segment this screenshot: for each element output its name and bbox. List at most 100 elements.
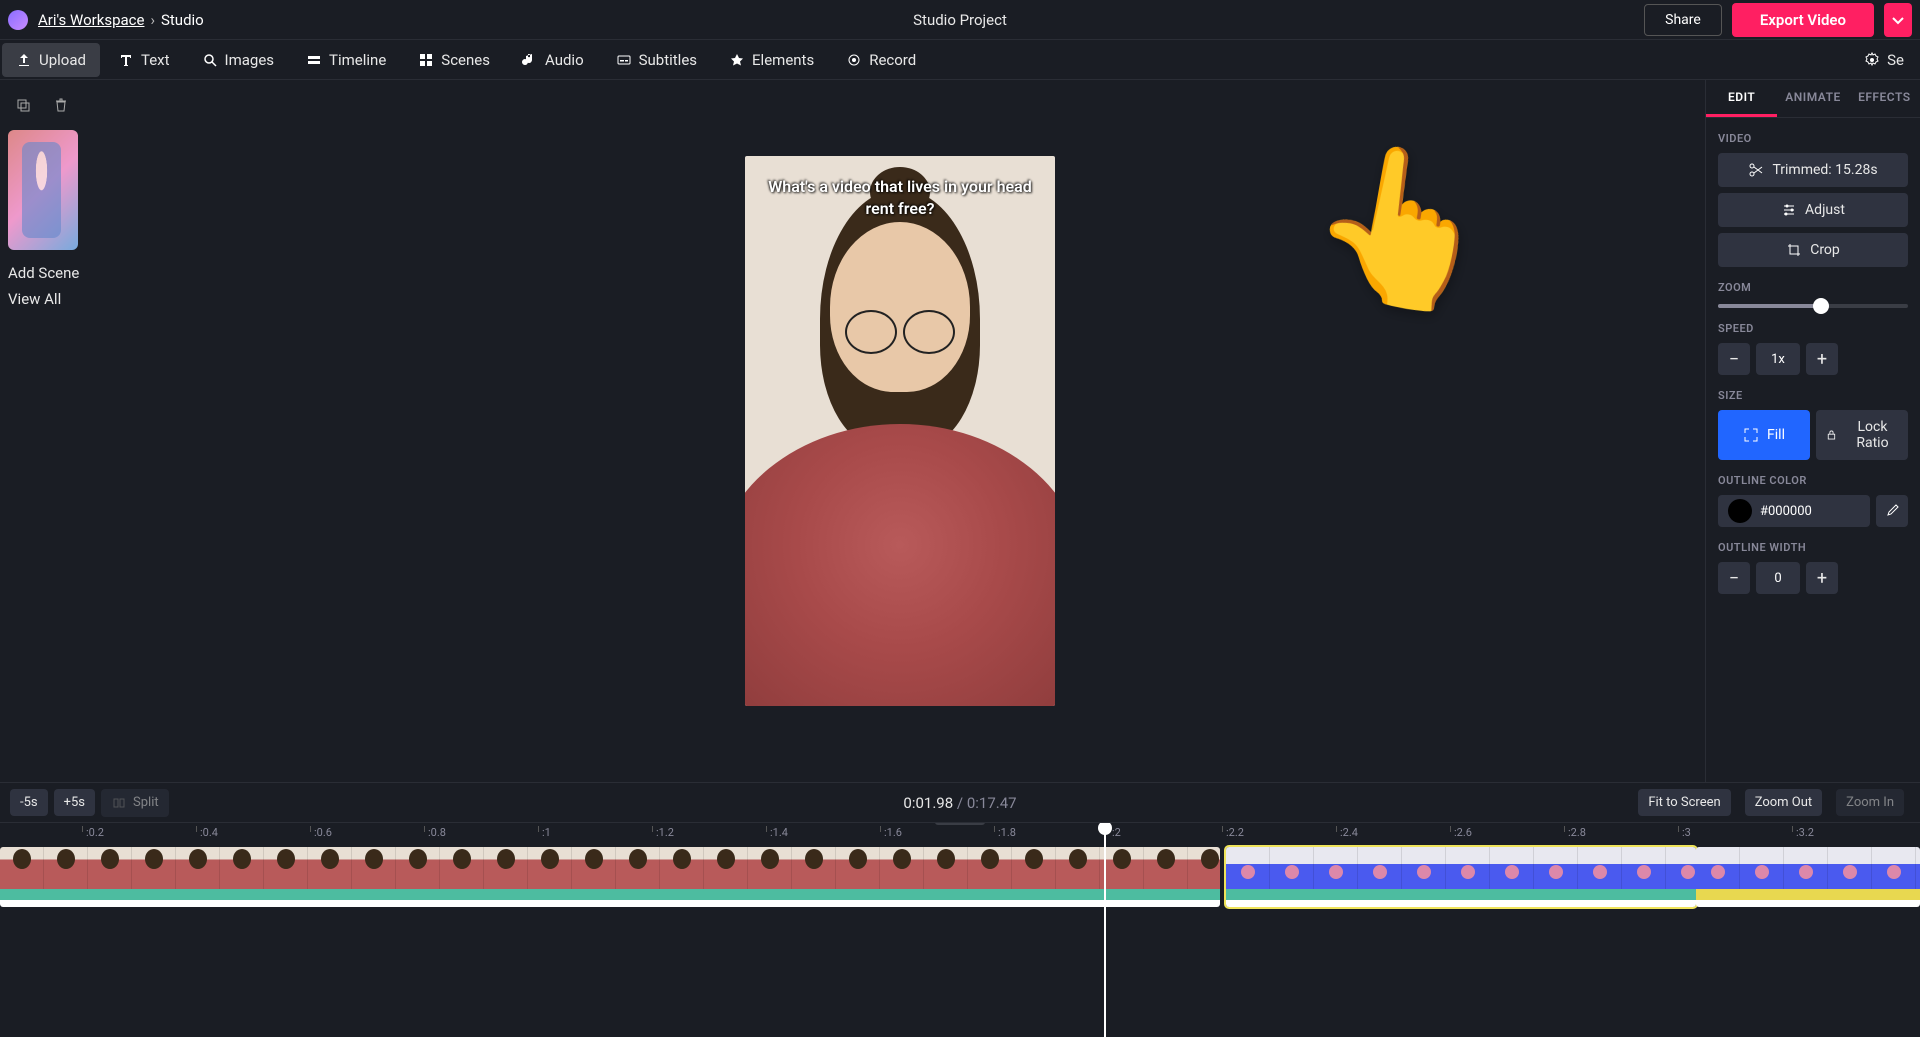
subtitles-label: Subtitles	[639, 51, 697, 69]
text-button[interactable]: Text	[104, 43, 184, 77]
fit-to-screen-button[interactable]: Fit to Screen	[1638, 789, 1730, 816]
clip-frame	[1534, 847, 1578, 889]
clip-frame	[968, 847, 1012, 889]
trim-button[interactable]: Trimmed: 15.28s	[1718, 153, 1908, 187]
clip-frame	[264, 847, 308, 889]
playback-time: 0:01.98 / 0:17.47	[903, 794, 1016, 812]
record-label: Record	[869, 51, 916, 69]
settings-button[interactable]: Se	[1850, 43, 1918, 77]
timeline-icon	[306, 52, 322, 68]
export-dropdown[interactable]	[1884, 3, 1912, 37]
audio-waveform-1	[0, 889, 1220, 907]
project-title[interactable]: Studio Project	[913, 11, 1007, 29]
ruler-tick: :1.2	[656, 826, 674, 839]
video-clip-2[interactable]	[1226, 847, 1696, 907]
zoom-slider-thumb[interactable]	[1813, 298, 1829, 314]
export-button[interactable]: Export Video	[1732, 3, 1874, 37]
outline-width-decrease[interactable]: −	[1718, 562, 1750, 594]
clip-frame	[616, 847, 660, 889]
scenes-icon	[418, 52, 434, 68]
clip-frame	[1578, 847, 1622, 889]
share-button[interactable]: Share	[1644, 4, 1722, 36]
split-button[interactable]: Split	[101, 789, 169, 817]
zoom-slider[interactable]	[1718, 304, 1908, 308]
outline-color-field[interactable]: #000000	[1718, 495, 1870, 527]
audio-icon	[522, 52, 538, 68]
timeline[interactable]: :0.2:0.4:0.6:0.8:1:1.2:1.4:1.6:1.8:2:2.2…	[0, 822, 1920, 1037]
ruler-tick: :0.6	[314, 826, 332, 839]
record-button[interactable]: Record	[832, 43, 930, 77]
zoom-out-button[interactable]: Zoom Out	[1745, 789, 1822, 816]
clip-frame	[0, 847, 44, 889]
upload-label: Upload	[39, 51, 86, 69]
crop-button[interactable]: Crop	[1718, 233, 1908, 267]
avatar[interactable]	[8, 10, 28, 30]
playhead-line	[1104, 843, 1105, 1037]
scenes-button[interactable]: Scenes	[404, 43, 504, 77]
expand-icon	[1743, 427, 1759, 443]
video-clip-1[interactable]	[0, 847, 1220, 907]
images-label: Images	[225, 51, 275, 69]
timeline-ruler[interactable]: :0.2:0.4:0.6:0.8:1:1.2:1.4:1.6:1.8:2:2.2…	[0, 823, 1920, 843]
lock-ratio-label: Lock Ratio	[1846, 419, 1899, 451]
clip-frame	[1490, 847, 1534, 889]
clip-frame	[836, 847, 880, 889]
clip-frame	[352, 847, 396, 889]
minus-5s-button[interactable]: -5s	[10, 789, 48, 816]
crumb-studio[interactable]: Studio	[161, 11, 204, 29]
trash-icon	[53, 97, 69, 113]
outline-width-increase[interactable]: +	[1806, 562, 1838, 594]
tab-edit[interactable]: EDIT	[1706, 80, 1777, 117]
duration: 0:17.47	[967, 794, 1017, 812]
ruler-tick: :3.2	[1796, 826, 1814, 839]
video-preview[interactable]: What's a video that lives in your head r…	[745, 156, 1055, 706]
tab-animate[interactable]: ANIMATE	[1777, 80, 1848, 117]
canvas-area[interactable]: What's a video that lives in your head r…	[95, 80, 1705, 782]
fill-button[interactable]: Fill	[1718, 410, 1810, 460]
speed-decrease[interactable]: −	[1718, 343, 1750, 375]
timeline-controls: -5s +5s Split 0:01.98 / 0:17.47 Fit to S…	[0, 782, 1920, 822]
zoom-section-label: ZOOM	[1718, 281, 1908, 294]
images-button[interactable]: Images	[188, 43, 289, 77]
record-icon	[846, 52, 862, 68]
workspace-link[interactable]: Ari's Workspace	[38, 11, 144, 29]
plus-5s-button[interactable]: +5s	[54, 789, 95, 816]
lock-ratio-button[interactable]: Lock Ratio	[1816, 410, 1908, 460]
clip-frame	[1696, 847, 1740, 889]
clip-frame	[1784, 847, 1828, 889]
video-clip-3[interactable]	[1696, 847, 1920, 907]
tab-effects[interactable]: EFFECTS	[1849, 80, 1920, 117]
outline-color-label: OUTLINE COLOR	[1718, 474, 1908, 487]
eyedropper-button[interactable]	[1876, 495, 1908, 527]
upload-icon	[16, 52, 32, 68]
zoom-in-button[interactable]: Zoom In	[1836, 789, 1904, 816]
clip-frame	[1100, 847, 1144, 889]
subtitles-button[interactable]: Subtitles	[602, 43, 711, 77]
clip-frame	[1666, 847, 1696, 889]
duplicate-button[interactable]	[8, 90, 38, 120]
upload-button[interactable]: Upload	[2, 43, 100, 77]
clip-frame	[1872, 847, 1916, 889]
audio-label: Audio	[545, 51, 584, 69]
crumb-sep: ›	[150, 11, 155, 29]
timeline-tracks[interactable]	[0, 847, 1920, 907]
clip-frame	[1446, 847, 1490, 889]
ruler-tick: :0.2	[86, 826, 104, 839]
ruler-tick: :2	[1112, 826, 1121, 839]
elements-button[interactable]: Elements	[715, 43, 828, 77]
delete-button[interactable]	[46, 90, 76, 120]
copy-icon	[15, 97, 31, 113]
add-scene-link[interactable]: Add Scene	[8, 260, 87, 286]
view-all-link[interactable]: View All	[8, 286, 87, 312]
audio-button[interactable]: Audio	[508, 43, 598, 77]
adjust-button[interactable]: Adjust	[1718, 193, 1908, 227]
scene-thumbnail[interactable]	[8, 130, 78, 250]
header-bar: Ari's Workspace › Studio Studio Project …	[0, 0, 1920, 40]
right-tabs: EDIT ANIMATE EFFECTS	[1706, 80, 1920, 118]
clip-frame	[1188, 847, 1220, 889]
timeline-button[interactable]: Timeline	[292, 43, 400, 77]
scenes-label: Scenes	[441, 51, 490, 69]
speed-increase[interactable]: +	[1806, 343, 1838, 375]
clip-frame	[176, 847, 220, 889]
clip-frame	[528, 847, 572, 889]
